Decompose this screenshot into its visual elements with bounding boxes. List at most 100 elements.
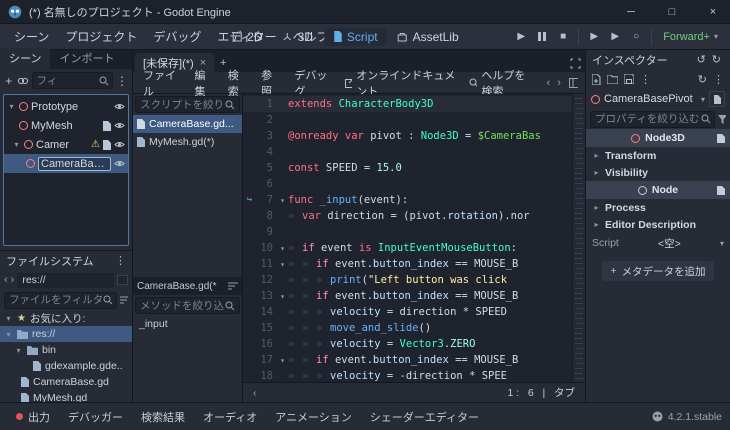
fold-caret-icon[interactable]: ▾: [277, 244, 288, 253]
warning-icon[interactable]: ⚠: [91, 139, 100, 150]
tab-assetlib[interactable]: AssetLib: [389, 28, 468, 46]
save-icon[interactable]: [624, 74, 634, 84]
visibility-eye-icon[interactable]: [114, 121, 125, 130]
fs-row[interactable]: CameraBase.gd: [0, 374, 132, 390]
tree-row[interactable]: MyMesh: [4, 116, 128, 135]
open-docs-icon[interactable]: [717, 133, 725, 143]
chevron-down-icon[interactable]: ▾: [701, 95, 705, 104]
code-editor[interactable]: 1 extends CharacterBody3D 2 3 @onready var p…: [243, 94, 585, 402]
section-transform[interactable]: ▸ Transform: [586, 147, 730, 164]
code-line[interactable]: 17 ▾»» if event.button_index == MOUSE_B: [243, 352, 572, 368]
attached-script-icon[interactable]: [103, 120, 111, 131]
inspector-category-node3d[interactable]: Node3D: [586, 129, 730, 147]
bottom-tab-shader-editor[interactable]: シェーダーエディター: [362, 409, 487, 425]
fs-row-selected[interactable]: ▾ res://: [0, 326, 132, 342]
tab-script[interactable]: Script: [323, 27, 387, 46]
open-docs-icon[interactable]: [717, 185, 725, 195]
code-line[interactable]: 12»»» print("Left button was click: [243, 272, 572, 288]
new-resource-icon[interactable]: [592, 73, 601, 85]
collapse-icon[interactable]: ▾: [12, 140, 21, 149]
history-back-icon[interactable]: ‹: [544, 77, 554, 89]
maximize-button[interactable]: □: [655, 0, 689, 24]
tree-row-selected[interactable]: CameraBase..: [4, 154, 128, 173]
fs-row[interactable]: ▾ bin: [0, 342, 132, 358]
inspector-options-icon[interactable]: ⋮: [713, 73, 724, 86]
code-line[interactable]: 8 » var direction = (pivot.rotation).nor: [243, 208, 572, 224]
menu-scene[interactable]: シーン: [6, 24, 57, 49]
fs-row[interactable]: gdexample.gde..: [0, 358, 132, 374]
code-line[interactable]: 10 ▾» if event is InputEventMouseButton:: [243, 240, 572, 256]
section-visibility[interactable]: ▸ Visibility: [586, 164, 730, 181]
visibility-eye-icon[interactable]: [114, 159, 125, 168]
bottom-tab-animation[interactable]: アニメーション: [267, 409, 360, 425]
code-line[interactable]: 14»»» velocity = direction * SPEED: [243, 304, 572, 320]
fold-caret-icon[interactable]: ▾: [277, 196, 288, 205]
favorites-row[interactable]: ▾ ★ お気に入り:: [0, 310, 132, 326]
nav-back-icon[interactable]: ‹: [4, 274, 8, 286]
code-line[interactable]: 13 ▾»» if event.button_index == MOUSE_B: [243, 288, 572, 304]
movie-mode-button[interactable]: ○: [626, 27, 646, 47]
minimize-button[interactable]: ─: [614, 0, 648, 24]
fold-caret-icon[interactable]: ▾: [277, 356, 288, 365]
inspector-category-node[interactable]: Node: [586, 181, 730, 199]
fold-caret-icon[interactable]: ▾: [277, 292, 288, 301]
code-line[interactable]: 11 ▾»» if event.button_index == MOUSE_B: [243, 256, 572, 272]
tab-2d[interactable]: 2D: [223, 28, 271, 46]
tab-scene-dock[interactable]: シーン: [0, 48, 51, 69]
toggle-split-mode-icon[interactable]: [117, 275, 128, 285]
collapse-icon[interactable]: ▾: [7, 102, 16, 111]
script-list-item-selected[interactable]: CameraBase.gd...: [133, 115, 242, 133]
tree-row[interactable]: ▾ Prototype: [4, 97, 128, 116]
code-line[interactable]: 4: [243, 144, 572, 160]
method-list-item[interactable]: _input: [133, 316, 242, 332]
tab-3d[interactable]: 3D: [274, 28, 322, 46]
add-node-button[interactable]: +: [4, 72, 14, 89]
property-filter-input[interactable]: [590, 110, 716, 128]
sort-icon[interactable]: [120, 296, 128, 305]
code-line[interactable]: 16»»» velocity = Vector3.ZERO: [243, 336, 572, 352]
distraction-free-icon[interactable]: [570, 58, 581, 69]
instance-scene-button[interactable]: [17, 72, 29, 89]
chevron-down-icon[interactable]: ▾: [720, 239, 724, 248]
method-sort-icon[interactable]: [228, 282, 238, 291]
add-metadata-button[interactable]: + メタデータを追加: [602, 261, 714, 281]
breadcrumb[interactable]: res://: [17, 272, 114, 288]
script-property-value[interactable]: <空>: [658, 236, 681, 251]
attached-script-icon[interactable]: [103, 139, 111, 150]
code-line[interactable]: 3 @onready var pivot : Node3D = $CameraBa…: [243, 128, 572, 144]
filesystem-options-button[interactable]: ⋮: [115, 254, 126, 267]
filesystem-filter-input[interactable]: [4, 291, 118, 309]
collapse-icon[interactable]: ▾: [4, 314, 13, 323]
bottom-tab-debugger[interactable]: デバッガー: [60, 409, 131, 425]
play-scene-button[interactable]: ▶: [584, 27, 604, 47]
close-button[interactable]: ×: [696, 0, 730, 24]
history-forward-icon[interactable]: ›: [554, 77, 564, 89]
menu-project[interactable]: プロジェクト: [57, 24, 145, 49]
tab-import-dock[interactable]: インポート: [50, 48, 123, 69]
bottom-tab-audio[interactable]: オーディオ: [195, 409, 265, 425]
bottom-tab-output[interactable]: 出力: [8, 409, 58, 425]
tree-row[interactable]: ▾ Camer ⚠: [4, 135, 128, 154]
section-process[interactable]: ▸ Process: [586, 199, 730, 216]
bottom-tab-search-results[interactable]: 検索結果: [133, 409, 193, 425]
menu-debug[interactable]: デバッグ: [145, 24, 209, 49]
renderer-dropdown[interactable]: Forward+ ▾: [657, 31, 724, 43]
load-resource-folder-icon[interactable]: [607, 74, 618, 84]
code-line[interactable]: 9: [243, 224, 572, 240]
object-history-icon[interactable]: ↻: [698, 73, 707, 86]
nav-forward-icon[interactable]: ›: [11, 274, 15, 286]
filter-funnel-icon[interactable]: [718, 114, 726, 124]
fold-caret-icon[interactable]: ▾: [277, 260, 288, 269]
section-editor-description[interactable]: ▸ Editor Description: [586, 216, 730, 233]
extra-options-button[interactable]: [709, 91, 725, 107]
code-minimap[interactable]: [572, 94, 585, 382]
toggle-scripts-panel-icon[interactable]: [568, 77, 578, 88]
play-button[interactable]: ▶: [511, 27, 531, 47]
code-line[interactable]: ↪ 7 ▾ func _input(event):: [243, 192, 572, 208]
code-line[interactable]: 5 const SPEED = 15.0: [243, 160, 572, 176]
code-line[interactable]: 2: [243, 112, 572, 128]
hscroll-left-icon[interactable]: ‹: [253, 387, 257, 399]
code-line[interactable]: 1 extends CharacterBody3D: [243, 96, 572, 112]
collapse-icon[interactable]: ▾: [14, 346, 23, 355]
collapse-icon[interactable]: ▾: [4, 330, 13, 339]
